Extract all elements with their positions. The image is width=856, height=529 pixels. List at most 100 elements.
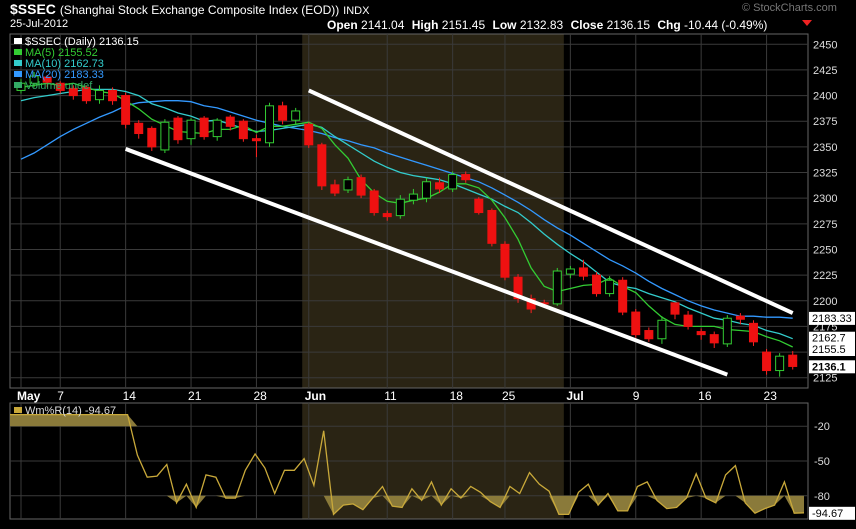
high-label: High	[411, 18, 439, 32]
y-tick-label: 2350	[813, 142, 837, 154]
candle-body	[722, 317, 732, 345]
candle-body	[343, 179, 353, 191]
candle-body	[291, 110, 301, 121]
candle-body	[683, 314, 693, 327]
candle-body	[94, 89, 104, 101]
x-tick-label: 21	[188, 389, 202, 403]
high-value: 2151.45	[441, 18, 486, 32]
symbol-description: (Shanghai Stock Exchange Composite Index…	[59, 3, 340, 17]
low-label: Low	[492, 18, 517, 32]
candle-body	[435, 182, 445, 190]
y-tick-label: 2275	[813, 219, 837, 231]
candle-body	[121, 95, 131, 125]
candle-body	[265, 105, 275, 144]
value-tag-text: 2136.1	[812, 361, 846, 373]
candle-body	[251, 138, 261, 142]
legend-swatch	[14, 38, 22, 44]
wr-tick-label: -80	[814, 491, 830, 503]
legend-swatch	[14, 82, 22, 88]
chart-date: 25-Jul-2012	[10, 18, 69, 30]
candle-body	[552, 270, 562, 305]
candle-body	[657, 319, 667, 340]
candle-body	[487, 209, 497, 244]
candle-body	[225, 116, 235, 127]
y-tick-label: 2450	[813, 39, 837, 51]
candle-body	[173, 117, 183, 141]
close-label: Close	[570, 18, 604, 32]
symbol: $SSEC	[10, 1, 56, 17]
candle-body	[748, 322, 758, 343]
value-tag: 2183.33	[809, 311, 855, 325]
wr-tick-label: -50	[814, 456, 830, 468]
wr-legend-label: Wm%R(14) -94.67	[25, 405, 116, 417]
candle-body	[421, 181, 431, 199]
candle-body	[762, 351, 772, 372]
ohlc-readout: Open 2141.04 High 2151.45 Low 2132.83 Cl…	[327, 18, 767, 32]
candle-body	[134, 122, 144, 135]
candle-body	[186, 119, 196, 140]
candle-body	[317, 144, 327, 187]
candle-body	[108, 89, 118, 102]
candle-body	[461, 174, 471, 181]
candle-body	[382, 213, 392, 218]
candle-body	[199, 117, 209, 138]
candle-body	[696, 331, 706, 336]
candle-body	[500, 243, 510, 278]
candle-body	[356, 177, 366, 196]
value-tag-text: 2183.33	[812, 313, 852, 325]
x-tick-label: 25	[502, 389, 516, 403]
candle-body	[212, 119, 222, 138]
candle-body	[775, 355, 785, 372]
x-tick-label: 16	[698, 389, 712, 403]
y-tick-label: 2300	[813, 193, 837, 205]
watermark: © StockCharts.com	[742, 2, 837, 14]
candle-body	[670, 302, 680, 315]
x-tick-label: Jun	[305, 389, 326, 403]
candle-body	[448, 174, 458, 190]
candle-body	[592, 274, 602, 295]
y-tick-label: 2200	[813, 296, 837, 308]
candle-body	[369, 190, 379, 214]
candle-body	[565, 268, 575, 275]
x-tick-label: May	[17, 389, 41, 403]
wr-last-tag: -94.67	[812, 508, 843, 520]
chart-stage: 2125215021752200222522502275230023252350…	[0, 0, 856, 529]
low-value: 2132.83	[519, 18, 564, 32]
value-tag: 2155.5	[809, 343, 855, 357]
open-label: Open	[327, 18, 358, 32]
close-value: 2136.15	[606, 18, 650, 32]
y-tick-label: 2125	[813, 373, 837, 385]
legend-swatch	[14, 60, 22, 66]
y-tick-label: 2225	[813, 270, 837, 282]
value-tag: 2136.1	[809, 360, 855, 374]
candle-body	[160, 121, 170, 151]
candle-body	[238, 120, 248, 140]
candle-body	[474, 198, 484, 214]
x-tick-label: 14	[123, 389, 137, 403]
june-shading	[302, 34, 564, 388]
x-tick-label: Jul	[566, 389, 583, 403]
candle-body	[395, 198, 405, 217]
chg-value: -10.44 (-0.49%)	[684, 18, 768, 32]
x-tick-label: 9	[633, 389, 640, 403]
y-tick-label: 2400	[813, 91, 837, 103]
exchange: INDX	[343, 5, 370, 17]
legend-entry: Volume undef	[25, 80, 93, 92]
candle-body	[147, 127, 157, 148]
down-arrow-icon	[802, 20, 812, 26]
candle-body	[408, 193, 418, 201]
candle-body	[304, 123, 314, 146]
value-tag-text: 2155.5	[812, 344, 846, 356]
legend-swatch	[14, 49, 22, 55]
candle-body	[709, 334, 719, 344]
value-tag-text: 2162.7	[812, 333, 846, 345]
y-tick-label: 2250	[813, 244, 837, 256]
wr-legend-swatch	[14, 407, 22, 413]
candle-body	[605, 279, 615, 295]
legend-swatch	[14, 71, 22, 77]
candle-body	[644, 330, 654, 340]
candle-body	[631, 311, 641, 336]
x-tick-label: 11	[384, 389, 397, 403]
x-tick-label: 23	[764, 389, 778, 403]
x-tick-label: 7	[57, 389, 64, 403]
